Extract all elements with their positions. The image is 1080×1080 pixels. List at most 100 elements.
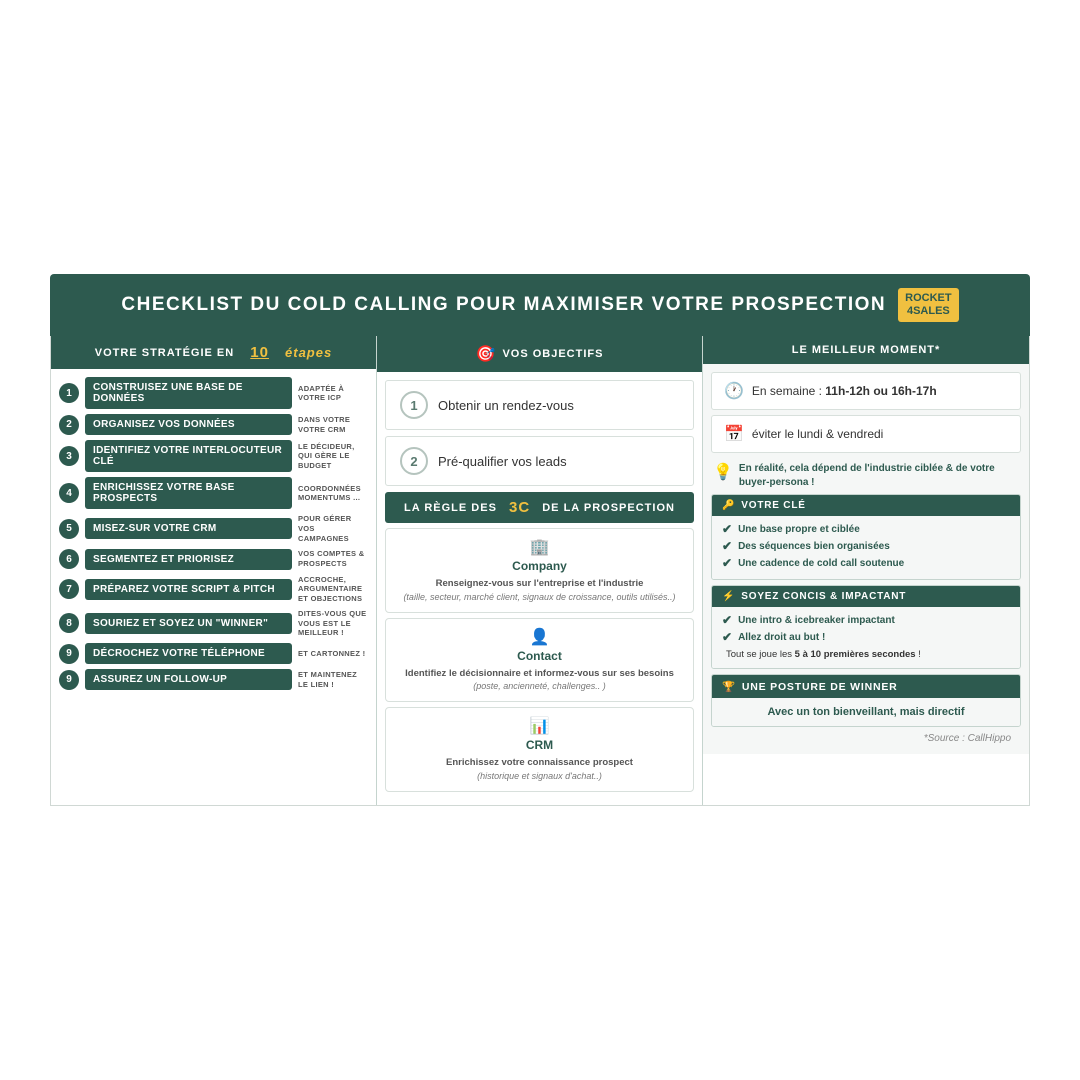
check-item: ✔ Une intro & icebreaker impactant	[722, 613, 1010, 627]
c-card-desc: Renseignez-vous sur l'entreprise et l'in…	[398, 577, 681, 604]
concis-items: ✔ Une intro & icebreaker impactant ✔ Allez …	[722, 613, 1010, 644]
step-label: Préparez votre script & pitch	[85, 579, 292, 600]
votre-cle-items: ✔ Une base propre et ciblée ✔ Des séquences…	[722, 522, 1010, 570]
clock-icon: 🕐	[724, 381, 744, 401]
lightbulb-icon: 💡	[713, 462, 733, 484]
step-note: VOS COMPTES & PROSPECTS	[298, 549, 368, 569]
step-item: 9 Assurez un follow-up ET MAINTENEZ LE L…	[59, 669, 368, 690]
mid-column: 🎯 VOS OBJECTIFS 1 Obtenir un rendez-vous…	[377, 336, 703, 805]
step-item: 4 Enrichissez votre base prospects COORD…	[59, 477, 368, 509]
mid-col-header: 🎯 VOS OBJECTIFS	[377, 336, 702, 372]
header-bar: CHECKLIST DU COLD CALLING POUR MAXIMISER…	[50, 274, 1030, 336]
step-note: DANS VOTRE VOTRE CRM	[298, 415, 368, 435]
step-label: Misez-sur votre CRM	[85, 518, 292, 539]
checkmark-icon: ✔	[722, 539, 732, 553]
main-columns: VOTRE STRATÉGIE EN 10 étapes 1 Construis…	[50, 336, 1030, 806]
step-number: 8	[59, 613, 79, 633]
check-text: Une cadence de cold call soutenue	[738, 558, 904, 569]
outer-wrapper: CHECKLIST DU COLD CALLING POUR MAXIMISER…	[0, 0, 1080, 1080]
c-card-icon: 📊	[398, 716, 681, 736]
right-col-header: LE MEILLEUR MOMENT*	[703, 336, 1029, 364]
step-label: Identifiez votre interlocuteur clé	[85, 440, 292, 472]
check-item: ✔ Une cadence de cold call soutenue	[722, 556, 1010, 570]
step-number: 9	[59, 670, 79, 690]
c-card: 📊 CRM Enrichissez votre connaissance pro…	[385, 707, 694, 792]
step-item: 8 Souriez et soyez un "winner" DITES-VOU…	[59, 609, 368, 638]
check-item: ✔ Allez droit au but !	[722, 630, 1010, 644]
rocket-logo: ROCKET 4SALES	[898, 288, 958, 322]
obj-number: 1	[400, 391, 428, 419]
regle-header: LA RÈGLE DES 3C DE LA PROSPECTION	[385, 492, 694, 523]
step-number: 7	[59, 579, 79, 599]
mid-col-body: 1 Obtenir un rendez-vous 2 Pré-qualifier…	[377, 372, 702, 805]
step-number: 2	[59, 415, 79, 435]
objective-item: 2 Pré-qualifier vos leads	[385, 436, 694, 486]
c-card-title: Contact	[398, 649, 681, 663]
step-item: 9 Décrochez votre téléphone ET CARTONNEZ…	[59, 643, 368, 664]
votre-cle-body: ✔ Une base propre et ciblée ✔ Des séquences…	[712, 516, 1020, 579]
step-item: 6 Segmentez et priorisez VOS COMPTES & P…	[59, 549, 368, 570]
step-number: 9	[59, 644, 79, 664]
right-col-body: 🕐 En semaine : 11h-12h ou 16h-17h 📅 éviter …	[703, 364, 1029, 754]
step-number: 6	[59, 549, 79, 569]
objective-item: 1 Obtenir un rendez-vous	[385, 380, 694, 430]
obj-number: 2	[400, 447, 428, 475]
c-card-title: Company	[398, 559, 681, 573]
step-note: COORDONNÉES MOMENTUMS ...	[298, 484, 368, 504]
left-col-header: VOTRE STRATÉGIE EN 10 étapes	[51, 336, 376, 369]
check-item: ✔ Des séquences bien organisées	[722, 539, 1010, 553]
source-note: *Source : CallHippo	[711, 727, 1021, 746]
seconds-note: Tout se joue les 5 à 10 premières second…	[722, 647, 1010, 662]
right-column: LE MEILLEUR MOMENT* 🕐 En semaine : 11h-12…	[703, 336, 1029, 805]
step-label: Segmentez et priorisez	[85, 549, 292, 570]
step-label: Souriez et soyez un "winner"	[85, 613, 292, 634]
c-card-desc: Identifiez le décisionnaire et informez-…	[398, 667, 681, 694]
check-text: Des séquences bien organisées	[738, 541, 890, 552]
step-note: ACCROCHE, ARGUMENTAIRE ET OBJECTIONS	[298, 575, 368, 604]
votre-cle-box: 🔑 VOTRE CLÉ ✔Une base propre et ciblée✔D…	[711, 494, 1021, 580]
step-item: 7 Préparez votre script & pitch ACCROCHE…	[59, 575, 368, 604]
header-title: CHECKLIST DU COLD CALLING POUR MAXIMISER…	[121, 294, 886, 316]
step-note: DITES-VOUS QUE VOUS EST LE MEILLEUR !	[298, 609, 368, 638]
c-card-icon: 👤	[398, 627, 681, 647]
steps-container: 1 Construisez une base de données ADAPTÉ…	[59, 377, 368, 690]
check-text: Une base propre et ciblée	[738, 524, 860, 535]
step-note: POUR GÉRER VOS CAMPAGNES	[298, 514, 368, 543]
step-label: Assurez un follow-up	[85, 669, 292, 690]
time-avoid-text: éviter le lundi & vendredi	[752, 427, 883, 441]
concis-header: ⚡ SOYEZ CONCIS & IMPACTANT	[712, 586, 1020, 607]
checkmark-icon: ✔	[722, 613, 732, 627]
step-number: 4	[59, 483, 79, 503]
tip-text: 💡 En réalité, cela dépend de l'industrie…	[711, 458, 1021, 494]
winner-header: 🏆 UNE POSTURE DE WINNER	[712, 675, 1020, 698]
step-label: Construisez une base de données	[85, 377, 292, 409]
c-card: 🏢 Company Renseignez-vous sur l'entrepri…	[385, 528, 694, 613]
step-number: 5	[59, 519, 79, 539]
concis-box: ⚡ SOYEZ CONCIS & IMPACTANT ✔ Une intro & …	[711, 585, 1021, 669]
step-label: Décrochez votre téléphone	[85, 643, 292, 664]
time-items-container: 🕐 En semaine : 11h-12h ou 16h-17h 📅 éviter …	[711, 372, 1021, 453]
step-item: 2 Organisez vos données DANS VOTRE VOTRE…	[59, 414, 368, 435]
concis-body: ✔ Une intro & icebreaker impactant ✔ Allez …	[712, 607, 1020, 668]
checkmark-icon: ✔	[722, 522, 732, 536]
c-card-icon: 🏢	[398, 537, 681, 557]
objectives-container: 1 Obtenir un rendez-vous 2 Pré-qualifier…	[385, 380, 694, 486]
step-note: ET MAINTENEZ LE LIEN !	[298, 670, 368, 690]
step-label: Organisez vos données	[85, 414, 292, 435]
time-text: En semaine : 11h-12h ou 16h-17h	[752, 384, 937, 398]
checkmark-icon: ✔	[722, 556, 732, 570]
left-col-body: 1 Construisez une base de données ADAPTÉ…	[51, 369, 376, 703]
step-number: 1	[59, 383, 79, 403]
winner-body: Avec un ton bienveillant, mais directif	[712, 698, 1020, 726]
step-note: ET CARTONNEZ !	[298, 649, 368, 659]
check-text: Une intro & icebreaker impactant	[738, 615, 895, 626]
c-card: 👤 Contact Identifiez le décisionnaire et…	[385, 618, 694, 703]
infographic-card: CHECKLIST DU COLD CALLING POUR MAXIMISER…	[50, 274, 1030, 806]
step-item: 3 Identifiez votre interlocuteur clé LE …	[59, 440, 368, 472]
checkmark-icon: ✔	[722, 630, 732, 644]
calendar-icon: 📅	[724, 424, 744, 444]
time-item: 🕐 En semaine : 11h-12h ou 16h-17h	[711, 372, 1021, 410]
c-card-desc: Enrichissez votre connaissance prospect …	[398, 756, 681, 783]
check-text: Allez droit au but !	[738, 632, 825, 643]
step-label: Enrichissez votre base prospects	[85, 477, 292, 509]
